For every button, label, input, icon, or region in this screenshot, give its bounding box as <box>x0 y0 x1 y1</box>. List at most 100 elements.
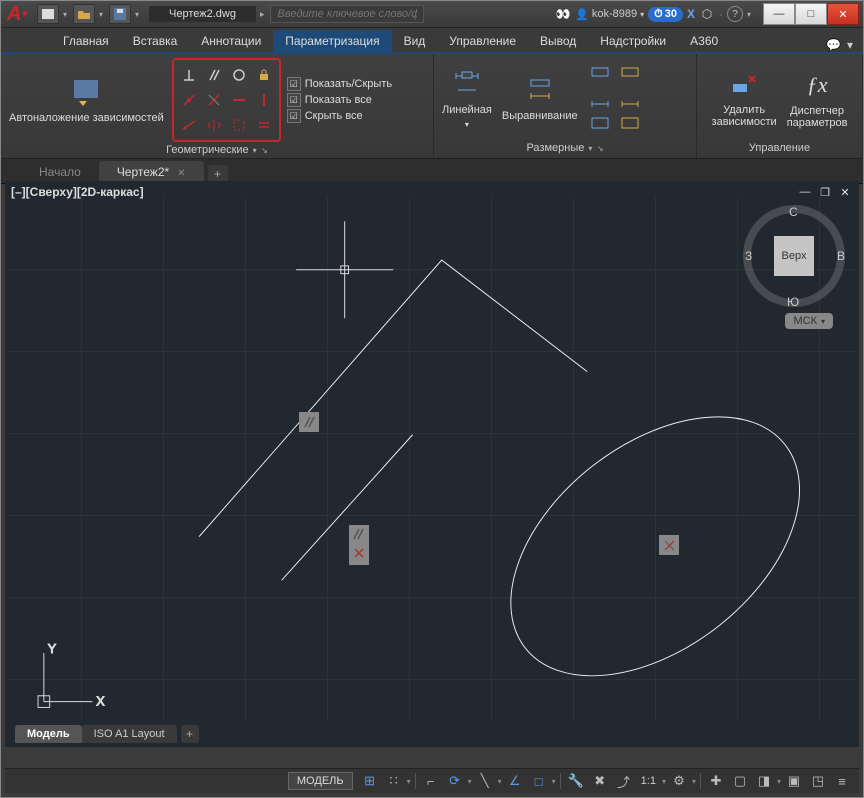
new-icon[interactable] <box>37 4 59 24</box>
parallel-icon[interactable] <box>203 64 225 86</box>
viewcube-south[interactable]: Ю <box>787 295 799 309</box>
drawing-area[interactable]: [–][Сверху][2D-каркас] — ❐ ✕ X Y <box>5 181 859 747</box>
tab-home[interactable]: Главная <box>51 30 121 52</box>
exchange-icon[interactable]: X <box>687 7 695 21</box>
units-icon[interactable]: ◨ <box>753 771 775 791</box>
constraint-badge-tangent[interactable] <box>659 535 679 555</box>
layout-tabs: Модель ISO A1 Layout + <box>15 725 199 743</box>
perpendicular-icon[interactable] <box>178 64 200 86</box>
delete-constraints-button[interactable]: Удалить зависимости <box>710 68 779 130</box>
recent-arrow-icon[interactable]: ▸ <box>260 9 265 20</box>
tab-parametric[interactable]: Параметризация <box>273 30 391 52</box>
layout-tab-iso[interactable]: ISO A1 Layout <box>82 725 177 743</box>
concentric-icon[interactable] <box>203 89 225 111</box>
grid-toggle-icon[interactable]: ⊞ <box>359 771 381 791</box>
viewcube[interactable]: Верх С Ю В З <box>749 211 839 301</box>
tab-a360[interactable]: A360 <box>678 30 730 52</box>
viewcube-north[interactable]: С <box>789 205 798 219</box>
gear-icon[interactable]: ⚙ <box>668 771 690 791</box>
transparency-icon[interactable]: ✖ <box>589 771 611 791</box>
isolate-icon[interactable]: ▣ <box>783 771 805 791</box>
scale-label[interactable]: 1:1 <box>637 775 660 787</box>
linear-dim-button[interactable]: Линейная▾ <box>440 68 494 131</box>
auto-constrain-button[interactable]: Автоналожение зависимостей <box>7 74 166 126</box>
app-window: { "title": { "doc": "Чертеж2.dwg", "sear… <box>0 0 864 798</box>
coincident-icon[interactable] <box>178 89 200 111</box>
doc-tab-start[interactable]: Начало <box>21 161 99 183</box>
smooth-icon[interactable] <box>253 114 275 136</box>
user-menu[interactable]: 👤 kok-8989 ▾ <box>575 8 644 21</box>
panel-geometric: Автоналожение зависимостей ☑Показать/Скр… <box>1 54 434 158</box>
status-bar: МОДЕЛЬ ⊞ ∷▾ ⌐ ⟳▾ ╲▾ ∠ □▾ 🔧 ✖ ⤴ 1:1▾ ⚙▾ ✚… <box>5 768 859 793</box>
doc-tab-active[interactable]: Чертеж2*✕ <box>99 161 204 183</box>
horizontal-icon[interactable] <box>228 89 250 111</box>
fix-icon[interactable] <box>253 64 275 86</box>
help-icon[interactable]: ? <box>727 6 743 22</box>
ortho-toggle-icon[interactable]: ⌐ <box>420 771 442 791</box>
trial-days-badge[interactable]: ⏱30 <box>648 7 683 22</box>
tangent-icon[interactable] <box>228 64 250 86</box>
tab-view[interactable]: Вид <box>392 30 438 52</box>
dim-show-6-icon[interactable] <box>616 112 644 134</box>
featured-apps-icon[interactable]: 💬 <box>826 38 841 52</box>
tab-manage[interactable]: Управление <box>437 30 528 52</box>
delete-constraints-icon <box>729 70 759 100</box>
ribbon-overflow-icon[interactable]: ▾ <box>847 38 853 52</box>
lineweight-icon[interactable]: 🔧 <box>565 771 587 791</box>
viewcube-face-top[interactable]: Верх <box>774 236 814 276</box>
dim-show-2-icon[interactable] <box>616 64 644 86</box>
clean-icon[interactable]: ◳ <box>807 771 829 791</box>
customize-icon[interactable]: ≡ <box>831 771 853 791</box>
search-input[interactable] <box>270 5 424 23</box>
tab-output[interactable]: Вывод <box>528 30 588 52</box>
monitor-icon[interactable]: ▢ <box>729 771 751 791</box>
auto-constrain-icon <box>70 76 102 108</box>
open-icon[interactable] <box>73 4 95 24</box>
layout-tab-model[interactable]: Модель <box>15 725 82 743</box>
isodraft-icon[interactable]: ╲ <box>474 771 496 791</box>
collinear-icon[interactable] <box>178 114 200 136</box>
minimize-button[interactable]: — <box>763 3 795 25</box>
constraint-badge-parallel-1[interactable] <box>299 412 319 432</box>
osnap-toggle-icon[interactable]: ∠ <box>504 771 526 791</box>
vertical-icon[interactable] <box>253 89 275 111</box>
equal-icon[interactable] <box>228 114 250 136</box>
viewcube-east[interactable]: В <box>837 249 845 263</box>
window-buttons: — □ ✕ <box>763 3 859 25</box>
snap-toggle-icon[interactable]: ∷ <box>383 771 405 791</box>
close-tab-icon[interactable]: ✕ <box>177 168 185 179</box>
panel-launcher-icon-2[interactable]: ▾ ↘ <box>588 144 603 153</box>
constraint-badge-stack[interactable] <box>349 525 369 565</box>
new-layout-button[interactable]: + <box>181 725 199 743</box>
tab-annotate[interactable]: Аннотации <box>189 30 273 52</box>
close-button[interactable]: ✕ <box>827 3 859 25</box>
annotation-icon[interactable]: ⤴ <box>613 771 635 791</box>
align-dim-button[interactable]: Выравнивание <box>500 74 580 124</box>
app-logo-icon[interactable]: A▾ <box>7 2 31 26</box>
dim-show-3-icon[interactable] <box>586 88 614 110</box>
show-hide-button[interactable]: ☑Показать/Скрыть <box>287 77 392 91</box>
dim-show-4-icon[interactable] <box>616 88 644 110</box>
a360-icon[interactable]: ⬡ <box>699 6 715 22</box>
dim-show-5-icon[interactable] <box>586 112 614 134</box>
symmetric-icon[interactable] <box>203 114 225 136</box>
osnap2-icon[interactable]: □ <box>528 771 550 791</box>
maximize-button[interactable]: □ <box>795 3 827 25</box>
workspace-icon[interactable]: ✚ <box>705 771 727 791</box>
save-icon[interactable] <box>109 4 131 24</box>
ribbon: Автоналожение зависимостей ☑Показать/Скр… <box>1 54 863 159</box>
panel-launcher-icon[interactable]: ▾ ↘ <box>253 146 268 155</box>
tab-addins[interactable]: Надстройки <box>588 30 678 52</box>
parameters-manager-button[interactable]: ƒx Диспетчер параметров <box>785 67 850 131</box>
viewcube-west[interactable]: З <box>745 249 752 263</box>
binoculars-icon[interactable]: 👀 <box>555 6 571 22</box>
dim-show-icon[interactable] <box>586 64 614 86</box>
wcs-badge[interactable]: МСК▾ <box>785 313 833 329</box>
polar-toggle-icon[interactable]: ⟳ <box>444 771 466 791</box>
model-space-toggle[interactable]: МОДЕЛЬ <box>288 772 353 790</box>
hide-all-button[interactable]: ☑Скрыть все <box>287 109 392 123</box>
tab-insert[interactable]: Вставка <box>121 30 190 52</box>
show-all-button[interactable]: ☑Показать все <box>287 93 392 107</box>
fx-icon: ƒx <box>801 69 833 101</box>
geometric-constraints-grid <box>172 58 281 142</box>
